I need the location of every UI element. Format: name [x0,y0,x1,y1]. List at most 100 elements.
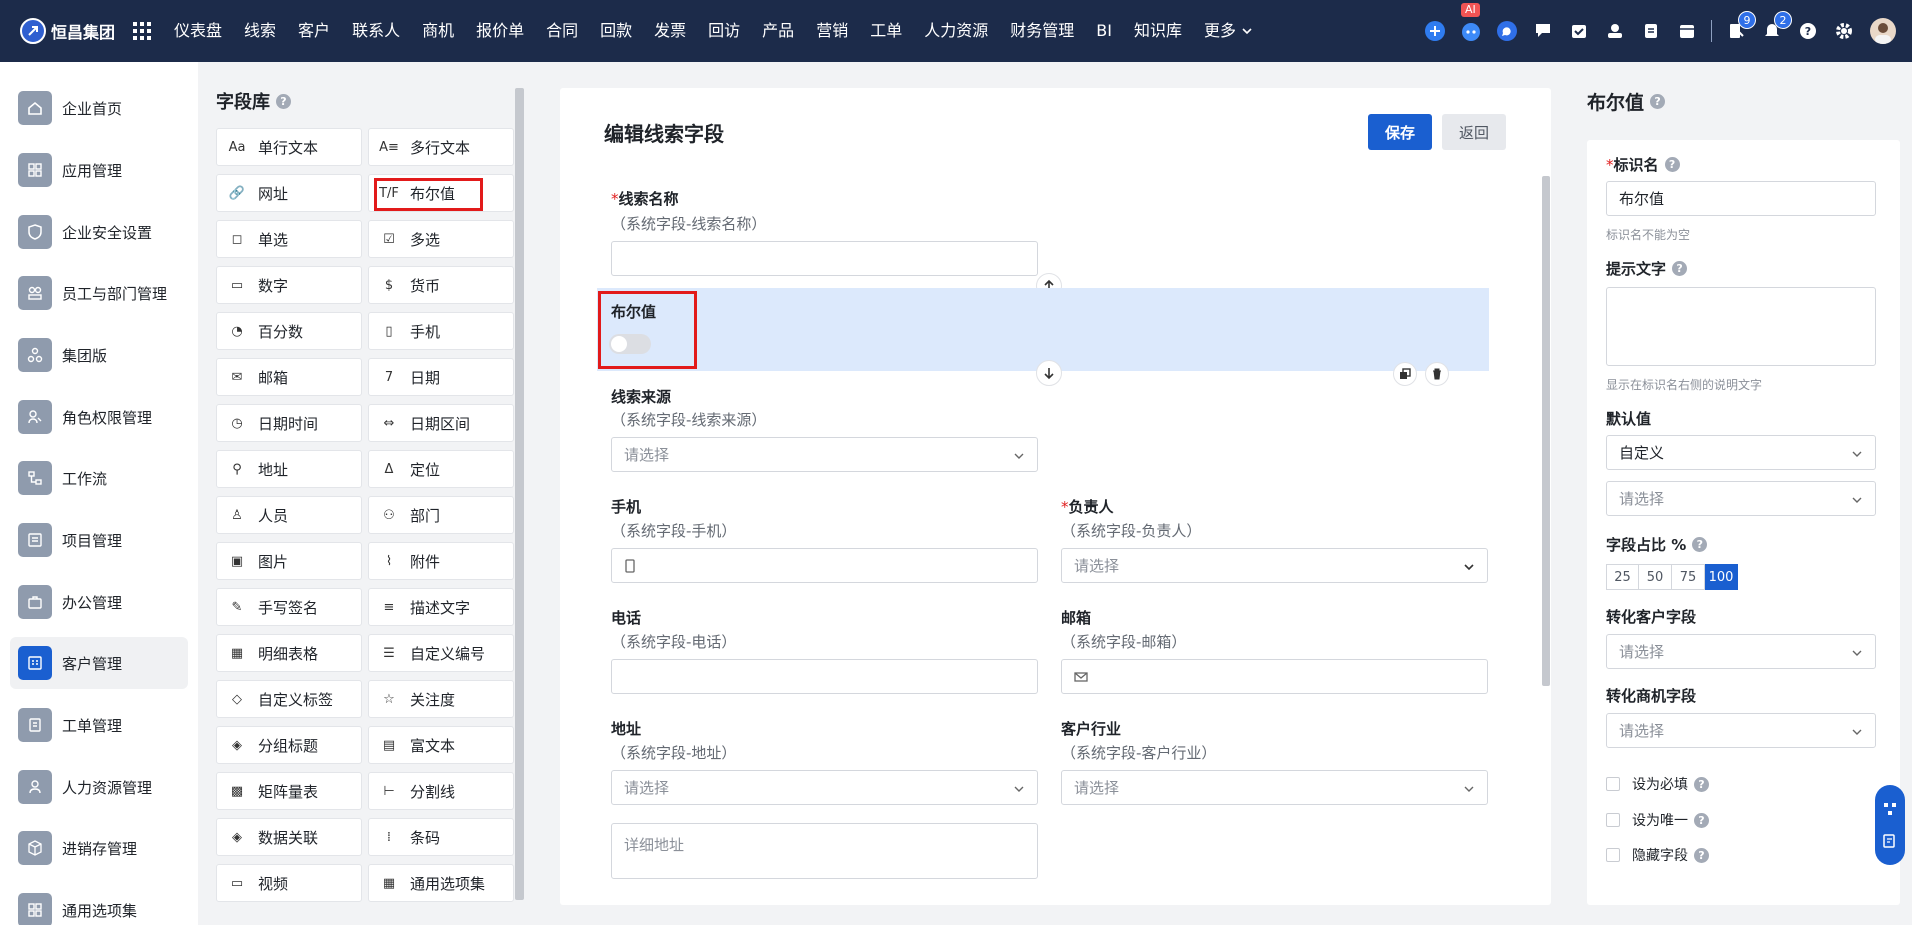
help-icon[interactable]: ? [1790,0,1826,62]
help-icon[interactable]: ? [1672,261,1688,276]
ratio-option[interactable]: 50 [1639,564,1672,590]
hidden-checkbox[interactable]: 隐藏字段? [1606,845,1709,865]
user-upload-icon[interactable] [1597,0,1633,62]
field-type-123-button[interactable]: ▭ 数字 [216,266,362,304]
help-icon[interactable]: ? [1694,812,1709,828]
help-icon[interactable]: ? [1694,776,1709,792]
nav-item[interactable]: 财务管理 [999,0,1085,62]
field-type-matrix-button[interactable]: ▩ 矩阵量表 [216,772,362,810]
field-library-scrollbar[interactable] [515,88,524,900]
nav-more[interactable]: 更多 [1193,0,1265,62]
field-type-pin-button[interactable]: ⚲ 地址 [216,450,362,488]
field-type-list-button[interactable]: ☰ 自定义编号 [368,634,514,672]
required-checkbox[interactable]: 设为必填? [1606,774,1709,794]
field-type-A-button[interactable]: A≡ 多行文本 [368,128,514,166]
unique-checkbox[interactable]: 设为唯一? [1606,810,1709,830]
chat-icon[interactable] [1489,0,1525,62]
field-type-divider-button[interactable]: ⊢ 分割线 [368,772,514,810]
sidebar-item-group[interactable]: 集团版 [10,329,188,381]
task-check-icon[interactable] [1561,0,1597,62]
field-type-7-button[interactable]: 7 日期 [368,358,514,396]
sidebar-item-home[interactable]: 企业首页 [10,82,188,134]
nav-item[interactable]: 回访 [697,0,751,62]
field-type-star-button[interactable]: ☆ 关注度 [368,680,514,718]
field-type-tag-button[interactable]: ◇ 自定义标签 [216,680,362,718]
field-type-radio-button[interactable]: ◻ 单选 [216,220,362,258]
nav-item[interactable]: 工单 [859,0,913,62]
field-type-rich-button[interactable]: ▤ 富文本 [368,726,514,764]
field-type-image-button[interactable]: ▣ 图片 [216,542,362,580]
lead-name-input[interactable] [611,241,1038,276]
edit-note-icon[interactable] [1883,834,1897,848]
bell-icon[interactable]: 2 [1754,0,1792,62]
email-input[interactable] [1061,659,1488,694]
nav-item[interactable]: 报价单 [465,0,535,62]
sidebar-item-customer[interactable]: 客户管理 [10,637,188,689]
field-type-TF-button[interactable]: T/F 布尔值 [368,174,514,212]
sidebar-item-apps[interactable]: 应用管理 [10,144,188,196]
sidebar-item-staff[interactable]: 员工与部门管理 [10,267,188,319]
gear-icon[interactable] [1826,0,1862,62]
field-type-locate-button[interactable]: Δ 定位 [368,450,514,488]
sidebar-item-tickets[interactable]: 工单管理 [10,699,188,751]
ratio-option[interactable]: 75 [1672,564,1705,590]
field-type-table-button[interactable]: ▦ 明细表格 [216,634,362,672]
field-type-pie-button[interactable]: ◔ 百分数 [216,312,362,350]
field-type-relate-button[interactable]: ◈ 数据关联 [216,818,362,856]
field-type-check-button[interactable]: ☑ 多选 [368,220,514,258]
back-button[interactable]: 返回 [1442,114,1506,150]
sidebar-item-hr[interactable]: 人力资源管理 [10,761,188,813]
field-type-clock-button[interactable]: ◷ 日期时间 [216,404,362,442]
help-icon[interactable]: ? [1692,537,1708,552]
nav-item[interactable]: 商机 [411,0,465,62]
selected-field-row[interactable]: 布尔值 [597,288,1489,371]
sidebar-item-roles[interactable]: 角色权限管理 [10,391,188,443]
nav-item[interactable]: 产品 [751,0,805,62]
trash-icon[interactable] [1425,362,1449,386]
move-down-icon[interactable] [1036,360,1062,386]
field-type-dept-button[interactable]: ⚇ 部门 [368,496,514,534]
field-type-link-button[interactable]: 🔗 网址 [216,174,362,212]
help-icon[interactable]: ? [1664,157,1680,172]
sitemap-icon[interactable] [1883,802,1897,816]
nav-item[interactable]: 人力资源 [913,0,999,62]
avatar[interactable] [1870,18,1896,44]
add-circle-icon[interactable] [1417,0,1453,62]
name-input[interactable]: 布尔值 [1606,181,1876,216]
industry-select[interactable]: 请选择 [1061,770,1488,805]
field-type-Aa-button[interactable]: Aa 单行文本 [216,128,362,166]
sidebar-item-office[interactable]: 办公管理 [10,576,188,628]
default-value-select[interactable]: 请选择 [1606,481,1876,516]
sidebar-item-workflow[interactable]: 工作流 [10,452,188,504]
nav-item[interactable]: 知识库 [1123,0,1193,62]
phone-input[interactable] [611,548,1038,583]
nav-item[interactable]: 回款 [589,0,643,62]
to-opportunity-select[interactable]: 请选择 [1606,713,1876,748]
nav-item[interactable]: 客户 [287,0,341,62]
document-icon[interactable] [1633,0,1669,62]
ratio-option[interactable]: 25 [1606,564,1639,590]
nav-item[interactable]: 合同 [535,0,589,62]
to-customer-select[interactable]: 请选择 [1606,634,1876,669]
field-type-layers-button[interactable]: ◈ 分组标题 [216,726,362,764]
notice-icon[interactable]: 9 [1718,0,1756,62]
nav-item[interactable]: 仪表盘 [163,0,233,62]
field-type-clip-button[interactable]: ⌇ 附件 [368,542,514,580]
help-icon[interactable]: ? [1694,847,1709,863]
help-icon[interactable]: ? [276,93,291,109]
field-type-mail-button[interactable]: ✉ 邮箱 [216,358,362,396]
field-type-video-button[interactable]: ▭ 视频 [216,864,362,902]
field-type-grid-button[interactable]: ▦ 通用选项集 [368,864,514,902]
help-icon[interactable]: ? [1650,94,1666,109]
owner-select[interactable]: 请选择 [1061,548,1488,583]
sidebar-item-security[interactable]: 企业安全设置 [10,206,188,258]
save-button[interactable]: 保存 [1368,114,1432,150]
field-type-pen-button[interactable]: ✎ 手写签名 [216,588,362,626]
app-grid-icon[interactable] [133,22,152,40]
default-select[interactable]: 自定义 [1606,435,1876,470]
calendar-icon[interactable] [1669,0,1705,62]
sidebar-item-inventory[interactable]: 进销存管理 [10,822,188,874]
nav-item[interactable]: 联系人 [341,0,411,62]
nav-item[interactable]: 线索 [233,0,287,62]
sidebar-item-options[interactable]: 通用选项集 [10,884,188,925]
